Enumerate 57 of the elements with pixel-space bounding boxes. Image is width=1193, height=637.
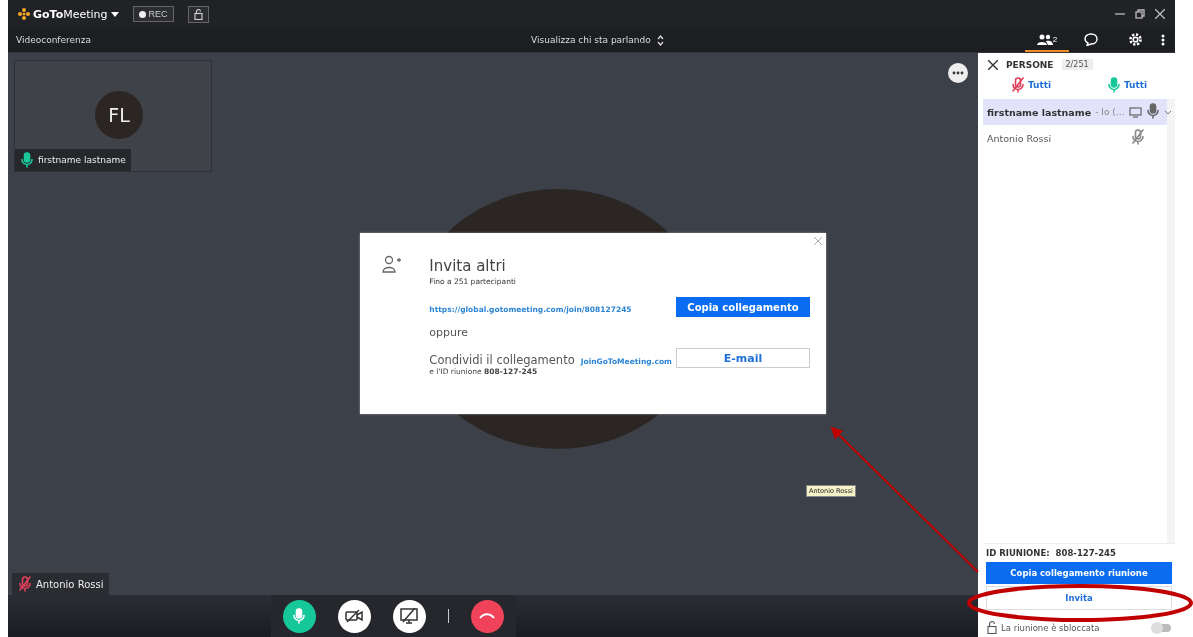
- monitor-icon: [1128, 106, 1142, 118]
- speaker-label: Antonio Rossi: [12, 573, 110, 595]
- view-mode-selector[interactable]: Visualizza chi sta parlando: [531, 35, 651, 45]
- screen-share-icon: [400, 608, 418, 624]
- avatar-initials: FL: [95, 91, 143, 139]
- participant-row[interactable]: Antonio Rossi: [983, 125, 1167, 151]
- copy-link-button[interactable]: Copia collegamento riunione: [986, 562, 1172, 584]
- more-icon: [952, 71, 964, 75]
- close-icon[interactable]: [1155, 9, 1165, 19]
- unlock-icon: [987, 621, 997, 634]
- mute-all-button[interactable]: Tutti: [1010, 77, 1052, 93]
- meeting-id-label: ID RIUNIONE:: [986, 548, 1050, 558]
- lock-toggle[interactable]: [1153, 623, 1171, 632]
- add-person-icon: [382, 255, 402, 273]
- updown-icon[interactable]: [656, 34, 664, 46]
- close-icon[interactable]: [988, 59, 998, 70]
- hang-up-icon: [479, 612, 495, 620]
- record-button[interactable]: REC: [132, 6, 174, 22]
- hangup-button[interactable]: [470, 599, 504, 633]
- lock-icon: [193, 8, 203, 20]
- app-logo[interactable]: GoToMeeting: [18, 7, 119, 21]
- microphone-icon: [292, 608, 306, 624]
- share-text: Condividi il collegamento: [429, 353, 575, 367]
- microphone-icon: [18, 576, 32, 592]
- restore-icon[interactable]: [1135, 9, 1145, 19]
- participant-count: 2: [1052, 34, 1058, 44]
- record-dot-icon: [138, 10, 146, 18]
- camera-icon: [345, 609, 363, 623]
- muted-mic-icon: [1010, 77, 1025, 93]
- meeting-id: 808-127-245: [1055, 548, 1116, 558]
- lock-status: La riunione è sbloccata: [1001, 622, 1100, 633]
- participant-count: 2/251: [1061, 59, 1093, 70]
- copy-link-button[interactable]: Copia collegamento: [676, 297, 810, 317]
- more-options-button[interactable]: [948, 63, 968, 83]
- mic-button[interactable]: [282, 599, 316, 633]
- muted-mic-icon: [1131, 129, 1145, 145]
- panel-title: PERSONE: [1006, 59, 1054, 70]
- unmute-all-button[interactable]: Tutti: [1106, 77, 1148, 93]
- meeting-type: Videoconferenza: [16, 35, 92, 45]
- more-icon[interactable]: [1161, 34, 1165, 46]
- dialog-title: Invita altri: [429, 257, 507, 275]
- or-text: oppure: [429, 326, 470, 339]
- chat-icon: [1084, 32, 1098, 46]
- microphone-icon: [20, 152, 34, 168]
- camera-button[interactable]: [337, 599, 371, 633]
- chevron-icon[interactable]: [1163, 109, 1172, 115]
- participant-name: firstname lastname: [987, 106, 1092, 118]
- name-label: firstname lastname: [15, 149, 131, 171]
- microphone-icon: [1106, 77, 1121, 93]
- people-icon: [1036, 33, 1053, 45]
- microphone-icon: [1145, 103, 1160, 119]
- participant-name: Antonio Rossi: [987, 132, 1052, 144]
- screen-button[interactable]: [392, 599, 426, 633]
- lock-button[interactable]: [187, 5, 209, 23]
- settings-icon: [1127, 31, 1143, 47]
- email-button[interactable]: E-mail: [676, 348, 810, 368]
- participant-note: - Io (…: [1095, 107, 1125, 117]
